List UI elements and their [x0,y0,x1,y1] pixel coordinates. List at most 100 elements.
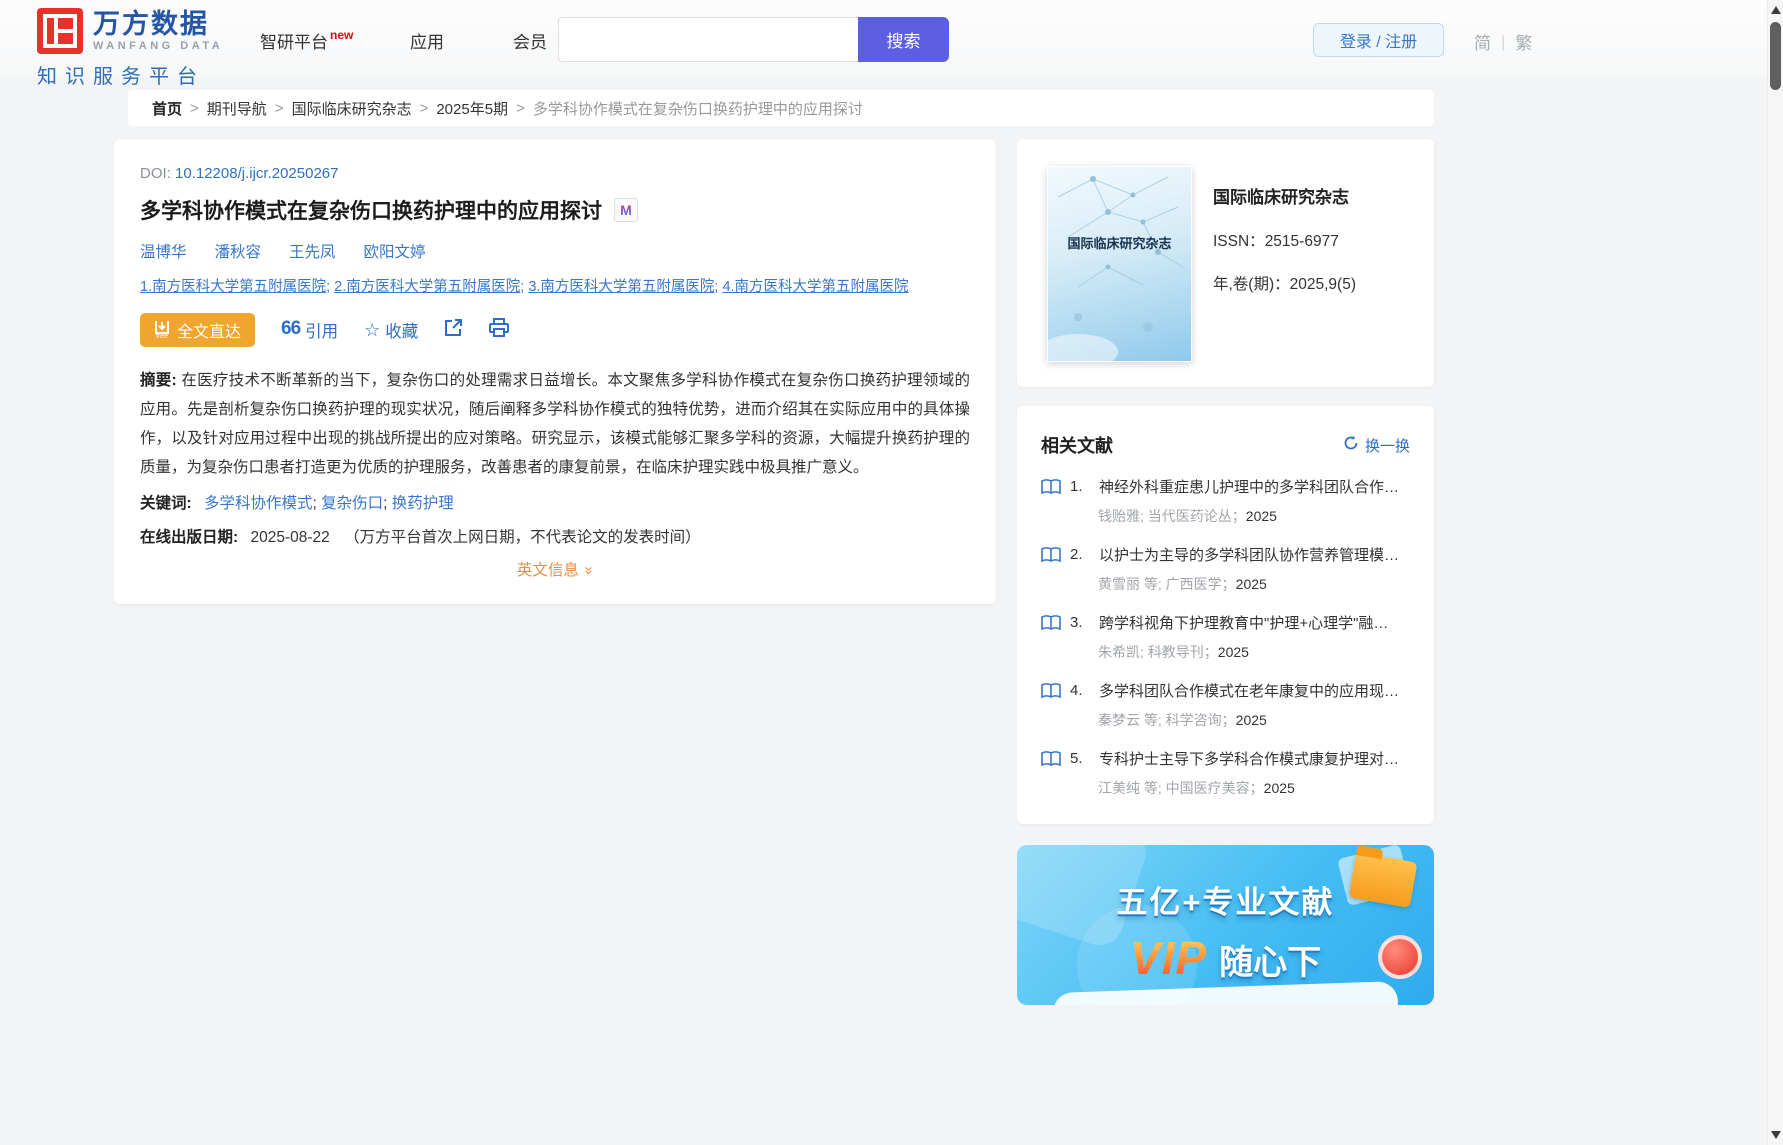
book-icon [1041,750,1061,767]
favorite-button[interactable]: ☆ 收藏 [364,318,418,342]
nav-zhiyan-platform[interactable]: 智研平台 new [260,28,354,53]
cover-network-art [1048,176,1184,361]
volume-value: 2025,9(5) [1289,276,1356,293]
book-icon [1041,546,1061,563]
english-info-toggle[interactable]: 英文信息» [140,558,970,580]
related-item: 3. 跨学科视角下护理教育中"护理+心理学"融… 朱希凯; 科教导刊；2025 [1041,612,1410,662]
related-item-number: 2. [1070,546,1083,563]
breadcrumb-separator: > [274,99,284,117]
action-toolbar: free 全文直达 66 引用 ☆ 收藏 [140,313,970,347]
related-item: 5. 专科护士主导下多学科合作模式康复护理对… 江美纯 等; 中国医疗美容；20… [1041,748,1410,798]
issn-value: 2515-6977 [1264,233,1339,250]
author-link[interactable]: 王先凤 [289,240,336,262]
keyword-separator: ; [312,495,322,512]
chevron-double-down-icon: » [580,566,598,575]
article-title-row: 多学科协作模式在复杂伤口换药护理中的应用探讨 M [140,195,970,225]
related-item-title[interactable]: 专科护士主导下多学科合作模式康复护理对… [1099,748,1399,769]
journal-name[interactable]: 国际临床研究杂志 [1213,183,1356,208]
doi-row: DOI: 10.12208/j.ijcr.20250267 [140,165,970,182]
cite-button[interactable]: 66 引用 [281,318,338,342]
breadcrumb-separator: > [190,99,199,117]
breadcrumb: 首页 > 期刊导航 > 国际临床研究杂志 > 2025年5期 > 多学科协作模式… [128,90,1434,126]
keywords-row: 关键词: 多学科协作模式; 复杂伤口; 换药护理 [140,491,970,513]
keyword-link[interactable]: 多学科协作模式 [204,495,313,512]
breadcrumb-home[interactable]: 首页 [152,98,182,119]
scroll-down-arrow-icon[interactable] [1771,1131,1781,1139]
issn-label: ISSN： [1213,233,1265,250]
refresh-icon [1343,435,1359,455]
doi-label: DOI: [140,165,171,182]
nav-member[interactable]: 会员 [513,28,547,53]
share-button[interactable] [444,318,463,342]
affiliation-separator: ; [326,279,335,295]
related-item-number: 4. [1070,682,1083,699]
wanfang-logo-icon [37,8,83,54]
lang-traditional[interactable]: 繁 [1515,29,1532,54]
related-item-number: 3. [1070,614,1083,631]
banner-subline: VIP 随心下 [1017,931,1434,985]
search-button[interactable]: 搜索 [858,17,949,62]
related-item-title[interactable]: 多学科团队合作模式在老年康复中的应用现… [1099,680,1399,701]
wanfang-logo[interactable]: 万方数据 WANFANG DATA 知识服务平台 [37,8,223,89]
related-item-title[interactable]: 神经外科重症患儿护理中的多学科团队合作… [1099,476,1399,497]
breadcrumb-journal[interactable]: 国际临床研究杂志 [292,98,412,119]
affiliation-link[interactable]: 1.南方医科大学第五附属医院 [140,279,326,295]
abstract-text: 在医疗技术不断革新的当下，复杂伤口的处理需求日益增长。本文聚焦多学科协作模式在复… [140,372,970,476]
keyword-separator: ; [383,495,392,512]
search-bar: 搜索 [558,17,949,62]
scrollbar-thumb[interactable] [1770,22,1781,90]
brand-name-en: WANFANG DATA [93,39,224,52]
affiliation-list: 1.南方医科大学第五附属医院; 2.南方医科大学第五附属医院; 3.南方医科大学… [140,275,970,296]
affiliation-link[interactable]: 2.南方医科大学第五附属医院 [334,279,520,295]
banner-badge-circle [1378,935,1422,979]
related-item-year: 2025 [1235,712,1267,728]
scroll-up-arrow-icon[interactable] [1771,6,1781,14]
related-item-number: 1. [1070,478,1083,495]
brand-tagline: 知识服务平台 [37,66,205,88]
author-link[interactable]: 潘秋容 [215,240,262,262]
lang-simplified[interactable]: 简 [1474,29,1491,54]
related-item: 1. 神经外科重症患儿护理中的多学科团队合作… 钱贻雅; 当代医药论丛；2025 [1041,476,1410,526]
brand-name-cn: 万方数据 [93,8,209,39]
nav-apps[interactable]: 应用 [410,28,444,53]
related-item-title[interactable]: 以护士为主导的多学科团队协作营养管理模… [1099,544,1399,565]
vip-promo-banner[interactable]: 五亿+专业文献 VIP 随心下 [1017,845,1434,1005]
related-item-year: 2025 [1235,576,1267,592]
publish-date-row: 在线出版日期: 2025-08-22 （万方平台首次上网日期，不代表论文的发表时… [140,525,970,547]
related-item-meta: 钱贻雅; 当代医药论丛； [1098,508,1246,524]
journal-cover-title: 国际临床研究杂志 [1067,236,1172,251]
banner-vip-text: VIP [1129,932,1208,984]
keyword-link[interactable]: 复杂伤口 [321,495,383,512]
related-item: 4. 多学科团队合作模式在老年康复中的应用现… 秦梦云 等; 科学咨询；2025 [1041,680,1410,730]
print-button[interactable] [489,318,510,342]
abstract-label: 摘要: [140,372,177,389]
related-item-title[interactable]: 跨学科视角下护理教育中"护理+心理学"融… [1099,612,1388,633]
keyword-link[interactable]: 换药护理 [392,495,454,512]
share-icon [444,318,463,342]
vertical-scrollbar[interactable] [1767,0,1783,1145]
wanfang-article-page: 万方数据 WANFANG DATA 知识服务平台 智研平台 new 应用 会员 搜… [0,0,1783,1145]
search-input[interactable] [558,17,858,62]
star-icon: ☆ [364,319,381,340]
journal-issn-row: ISSN：2515-6977 [1213,229,1356,251]
keywords-label: 关键词: [140,495,192,512]
breadcrumb-separator: > [419,99,429,117]
publish-date-note: （万方平台首次上网日期，不代表论文的发表时间） [344,529,701,546]
doi-link[interactable]: 10.12208/j.ijcr.20250267 [175,165,338,182]
affiliation-link[interactable]: 4.南方医科大学第五附属医院 [722,279,908,295]
refresh-related-button[interactable]: 换一换 [1343,435,1410,456]
login-register-button[interactable]: 登录 / 注册 [1313,23,1444,57]
publish-date-label: 在线出版日期: [140,529,239,546]
affiliation-link[interactable]: 3.南方医科大学第五附属医院 [528,279,714,295]
fulltext-button[interactable]: free 全文直达 [140,313,256,347]
author-link[interactable]: 欧阳文婷 [364,240,426,262]
journal-cover[interactable]: 国际临床研究杂志 [1047,166,1192,362]
article-detail-card: DOI: 10.12208/j.ijcr.20250267 多学科协作模式在复杂… [114,139,996,604]
breadcrumb-journal-nav[interactable]: 期刊导航 [207,98,267,119]
related-item-meta: 朱希凯; 科教导刊； [1098,644,1218,660]
print-icon [489,318,510,342]
new-badge: new [330,28,354,42]
breadcrumb-issue[interactable]: 2025年5期 [436,98,508,119]
language-switch: 简 | 繁 [1474,29,1532,54]
author-link[interactable]: 温博华 [140,240,187,262]
